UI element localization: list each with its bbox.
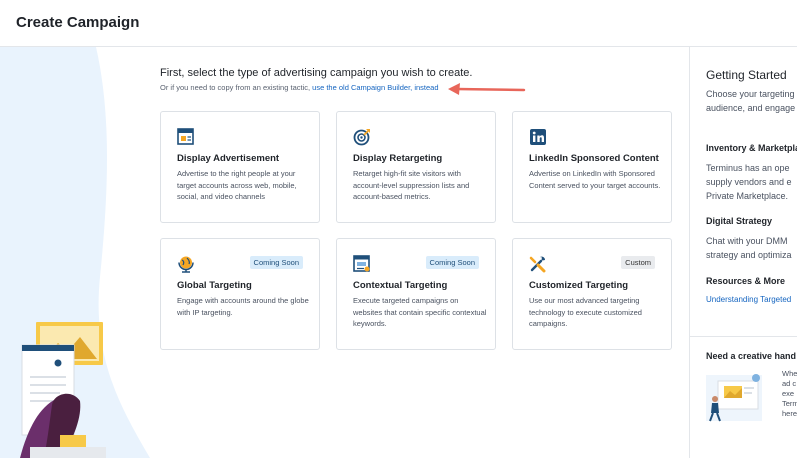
tools-icon — [529, 256, 546, 273]
panel-intro-line: audience, and engage — [706, 103, 796, 113]
card-description: Execute targeted campaigns on websites t… — [353, 296, 487, 328]
digital-strategy-line: strategy and optimiza — [706, 250, 792, 260]
inventory-line: Private Marketplace. — [706, 191, 789, 201]
card-title: Display Advertisement — [177, 153, 280, 164]
status-badge: Coming Soon — [249, 256, 303, 269]
linkedin-icon — [530, 129, 546, 145]
creative-line: Term — [782, 399, 797, 408]
campaign-card-display-retargeting[interactable]: Display Retargeting Retarget high-fit si… — [336, 111, 496, 223]
card-title: Contextual Targeting — [353, 280, 448, 291]
status-badge: Coming Soon — [425, 256, 479, 269]
card-title: Global Targeting — [177, 280, 252, 291]
creative-line: Whe — [782, 369, 797, 378]
page-title: Create Campaign — [16, 14, 140, 31]
panel-separator — [690, 336, 797, 337]
card-description: Advertise to the right people at your ta… — [177, 169, 297, 201]
resources-heading: Resources & More — [706, 276, 786, 286]
card-description: Use our most advanced targeting technolo… — [529, 296, 642, 328]
campaign-card-display-advertisement[interactable]: Display Advertisement Advertise to the r… — [160, 111, 320, 223]
campaign-card-global-targeting[interactable]: Coming Soon Global Targeting Engage with… — [160, 238, 320, 350]
old-campaign-builder-link[interactable]: use the old Campaign Builder, instead — [312, 83, 438, 92]
contextual-icon — [353, 255, 370, 272]
card-title: LinkedIn Sponsored Content — [529, 153, 659, 164]
digital-strategy-heading: Digital Strategy — [706, 216, 773, 226]
card-description: Advertise on LinkedIn with Sponsored Con… — [529, 169, 661, 190]
creative-illustration — [706, 374, 762, 422]
campaign-card-contextual-targeting[interactable]: Coming Soon Contextual Targeting Execute… — [336, 238, 496, 350]
digital-strategy-line: Chat with your DMM — [706, 236, 788, 246]
arrow-icon — [448, 83, 526, 95]
creative-heading: Need a creative hand — [706, 351, 797, 361]
creative-line: here — [782, 409, 797, 418]
getting-started-panel: Getting Started Choose your targeting au… — [690, 47, 797, 458]
intro-subtext: Or if you need to copy from an existing … — [160, 83, 439, 92]
intro-text: First, select the type of advertising ca… — [160, 67, 473, 79]
panel-intro-line: Choose your targeting — [706, 89, 795, 99]
page-header: Create Campaign — [0, 0, 797, 47]
card-description: Retarget high-fit site visitors with acc… — [353, 169, 470, 201]
target-icon — [353, 129, 370, 146]
creative-line: ad c — [782, 379, 797, 388]
intro-sub-prefix: Or if you need to copy from an existing … — [160, 83, 311, 92]
status-badge: Custom — [621, 256, 655, 269]
card-title: Customized Targeting — [529, 280, 629, 291]
campaign-card-customized-targeting[interactable]: Custom Customized Targeting Use our most… — [512, 238, 672, 350]
understanding-targeted-link[interactable]: Understanding Targeted — [706, 295, 791, 304]
display-ad-icon — [177, 128, 194, 145]
campaign-card-linkedin-sponsored-content[interactable]: LinkedIn Sponsored Content Advertise on … — [512, 111, 672, 223]
inventory-line: supply vendors and e — [706, 177, 792, 187]
card-title: Display Retargeting — [353, 153, 443, 164]
inventory-line: Terminus has an ope — [706, 163, 790, 173]
card-description: Engage with accounts around the globe wi… — [177, 296, 309, 317]
panel-title: Getting Started — [706, 68, 787, 82]
inventory-heading: Inventory & Marketpla — [706, 143, 797, 153]
globe-icon — [178, 256, 194, 273]
background-illustration — [0, 47, 150, 458]
creative-line: exe — [782, 389, 795, 398]
